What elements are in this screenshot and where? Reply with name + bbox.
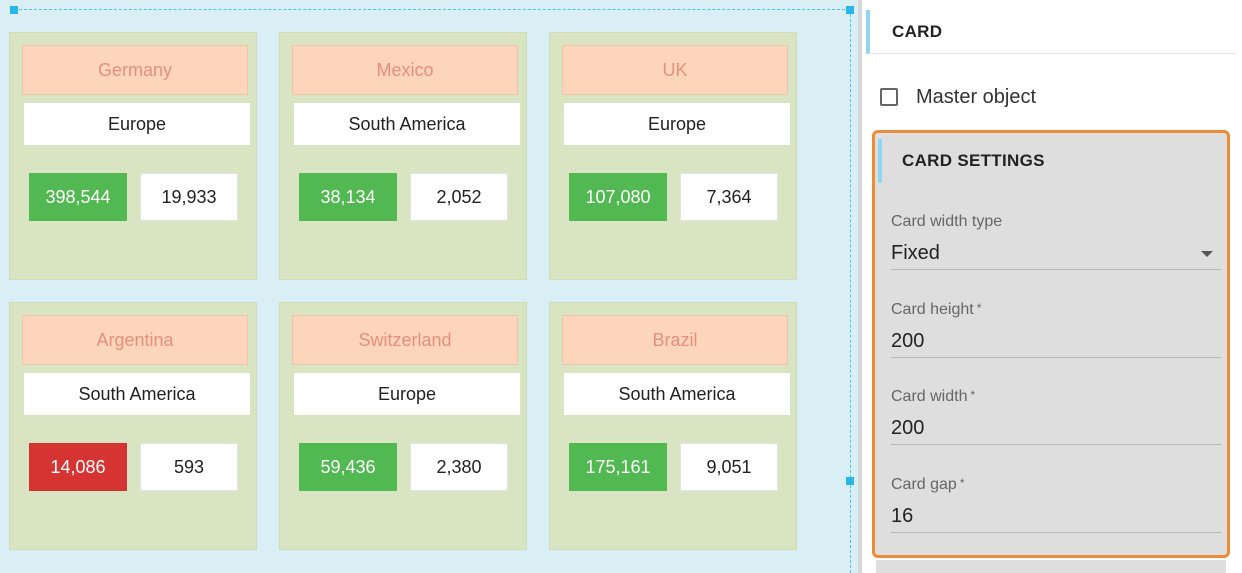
master-object-label: Master object bbox=[916, 85, 1037, 108]
panel-title: CARD bbox=[866, 10, 1236, 54]
card-region: Europe bbox=[24, 103, 250, 145]
card-height-label: Card height bbox=[891, 301, 974, 318]
properties-panel: CARD Master object CARD SETTINGS Card wi… bbox=[866, 0, 1242, 573]
required-mark: * bbox=[976, 301, 982, 315]
card-country: Argentina bbox=[22, 315, 248, 365]
card-secondary-value: 2,380 bbox=[410, 443, 508, 491]
card-gap-label: Card gap bbox=[891, 476, 957, 493]
selection-handle-right[interactable] bbox=[846, 477, 854, 485]
required-mark: * bbox=[959, 476, 965, 490]
card-width-type-value: Fixed bbox=[891, 242, 940, 264]
card-region: Europe bbox=[294, 373, 520, 415]
panel-splitter[interactable] bbox=[858, 0, 862, 573]
card-gap-field: Card gap * 16 bbox=[891, 476, 1221, 533]
required-mark: * bbox=[970, 388, 976, 402]
card-width-field: Card width * 200 bbox=[891, 388, 1221, 445]
selection-outline-right bbox=[850, 9, 851, 573]
card-gap-input[interactable]: 16 bbox=[891, 500, 1221, 533]
card-primary-value: 38,134 bbox=[299, 173, 397, 221]
card[interactable]: Brazil South America 175,161 9,051 bbox=[549, 302, 797, 550]
card-primary-value: 107,080 bbox=[569, 173, 667, 221]
selection-handle-top-left[interactable] bbox=[10, 6, 18, 14]
card[interactable]: Mexico South America 38,134 2,052 bbox=[279, 32, 527, 280]
card-width-type-field: Card width type Fixed bbox=[891, 213, 1221, 270]
card-width-label: Card width bbox=[891, 388, 968, 405]
card-region: South America bbox=[24, 373, 250, 415]
master-object-option[interactable]: Master object bbox=[880, 82, 1036, 112]
card-country: Brazil bbox=[562, 315, 788, 365]
card-primary-value: 14,086 bbox=[29, 443, 127, 491]
design-canvas[interactable]: Germany Europe 398,544 19,933 Mexico Sou… bbox=[0, 0, 862, 573]
card-width-type-label: Card width type bbox=[891, 213, 1003, 230]
card[interactable]: Germany Europe 398,544 19,933 bbox=[9, 32, 257, 280]
card-height-field: Card height * 200 bbox=[891, 301, 1221, 358]
card[interactable]: Argentina South America 14,086 593 bbox=[9, 302, 257, 550]
card[interactable]: UK Europe 107,080 7,364 bbox=[549, 32, 797, 280]
card-region: Europe bbox=[564, 103, 790, 145]
card-primary-value: 59,436 bbox=[299, 443, 397, 491]
panel-next-section bbox=[876, 560, 1226, 573]
card-width-input[interactable]: 200 bbox=[891, 412, 1221, 445]
card-country: Switzerland bbox=[292, 315, 518, 365]
selection-outline-top bbox=[14, 9, 850, 10]
card-country: Germany bbox=[22, 45, 248, 95]
card-settings-title: CARD SETTINGS bbox=[878, 139, 1222, 183]
card-height-input[interactable]: 200 bbox=[891, 325, 1221, 358]
card-primary-value: 175,161 bbox=[569, 443, 667, 491]
card-width-type-select[interactable]: Fixed bbox=[891, 237, 1221, 270]
card-settings-section: CARD SETTINGS Card width type Fixed Card… bbox=[872, 130, 1230, 558]
card-secondary-value: 19,933 bbox=[140, 173, 238, 221]
card-secondary-value: 9,051 bbox=[680, 443, 778, 491]
card-secondary-value: 7,364 bbox=[680, 173, 778, 221]
card-country: Mexico bbox=[292, 45, 518, 95]
card-country: UK bbox=[562, 45, 788, 95]
card-secondary-value: 593 bbox=[140, 443, 238, 491]
card-primary-value: 398,544 bbox=[29, 173, 127, 221]
master-object-checkbox[interactable] bbox=[880, 88, 898, 106]
card[interactable]: Switzerland Europe 59,436 2,380 bbox=[279, 302, 527, 550]
card-secondary-value: 2,052 bbox=[410, 173, 508, 221]
selection-handle-top-right[interactable] bbox=[846, 6, 854, 14]
card-region: South America bbox=[564, 373, 790, 415]
card-region: South America bbox=[294, 103, 520, 145]
dropdown-caret-icon bbox=[1201, 251, 1213, 257]
